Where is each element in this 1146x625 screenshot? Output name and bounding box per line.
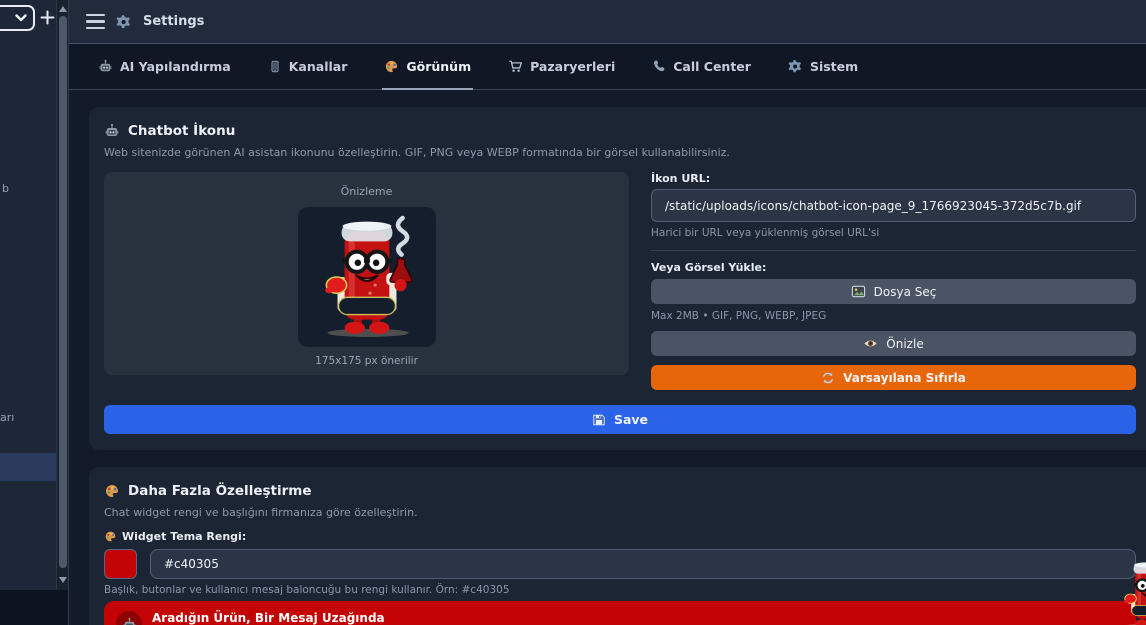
tab-kanallar[interactable]: Kanallar [266,44,350,90]
section-description: Chat widget rengi ve başlığını firmanıza… [104,506,1136,519]
sidebar-item-selected[interactable] [0,453,56,481]
choose-file-button[interactable]: Dosya Seç [651,279,1136,304]
reset-icon [821,371,835,385]
tab-switcher-select[interactable] [0,5,35,31]
reset-default-button[interactable]: Varsayılana Sıfırla [651,365,1136,390]
divider [651,250,1136,251]
settings-page: Settings AI Yapılandırma Kanallar Görünü… [68,0,1146,625]
button-label: Dosya Seç [874,285,937,299]
tab-pazaryerleri[interactable]: Pazaryerleri [506,44,617,90]
icon-preview-tile [298,207,436,347]
tab-ai-yapilandirma[interactable]: AI Yapılandırma [96,44,233,90]
section-title: Chatbot İkonu [128,123,235,139]
icon-url-input[interactable] [651,189,1136,222]
upload-label: Veya Görsel Yükle: [651,261,1136,274]
widget-title: Aradığın Ürün, Bir Mesaj Uzağında [152,611,385,625]
icon-preview-panel: Önizleme 175x175 px önerilir [104,172,629,375]
gear-icon [788,59,803,74]
theme-color-label-row: Widget Tema Rengi: [104,530,1136,543]
phone-icon [268,59,282,74]
theme-color-input[interactable] [150,549,1136,579]
gear-icon [116,14,132,30]
call-icon [652,59,666,73]
scroll-down-icon[interactable] [59,577,67,583]
button-label: Önizle [886,337,923,351]
section-description: Web sitenizde görünen AI asistan ikonunu… [104,146,1136,159]
eye-icon [863,336,878,351]
theme-color-swatch[interactable] [104,549,137,579]
robot-icon [98,59,113,74]
chatbot-icon-card: Chatbot İkonu Web sitenizde görünen AI a… [89,107,1146,450]
save-button[interactable]: Save [104,405,1136,434]
chat-widget-launcher[interactable] [1116,558,1146,625]
sidebar-scrollbar[interactable] [56,0,68,590]
tab-label: Pazaryerleri [530,59,615,74]
customize-card: Daha Fazla Özelleştirme Chat widget reng… [89,467,1146,625]
palette-icon [104,483,120,499]
icon-url-label: İkon URL: [651,172,1136,185]
tab-sistem[interactable]: Sistem [786,44,860,90]
chatbot-mascot-image [311,214,423,340]
plus-icon [40,10,55,25]
robot-icon [122,617,137,625]
palette-icon [384,59,399,74]
scroll-up-icon[interactable] [59,6,67,12]
chevron-down-icon [15,14,27,22]
theme-color-label: Widget Tema Rengi: [122,530,246,543]
icon-url-help: Harici bir URL veya yüklenmiş görsel URL… [651,227,1136,239]
preview-size-hint: 175x175 px önerilir [104,355,629,367]
preview-label: Önizleme [104,185,629,198]
button-label: Save [614,412,648,427]
section-title-row: Daha Fazla Özelleştirme [104,483,1136,499]
sidebar-sliver: b arı [0,0,56,625]
new-tab-button[interactable] [38,4,56,30]
sidebar-item-partial[interactable]: arı [0,411,14,424]
sidebar-item-partial[interactable]: b [2,182,9,195]
tab-gorunum[interactable]: Görünüm [382,44,473,90]
sidebar-footer [0,590,68,625]
tab-label: Kanallar [289,59,348,74]
section-title: Daha Fazla Özelleştirme [128,483,311,499]
upload-help: Max 2MB • GIF, PNG, WEBP, JPEG [651,310,1136,322]
tab-label: Görünüm [406,59,471,74]
cart-icon [508,59,523,74]
widget-preview-bar: Aradığın Ürün, Bir Mesaj Uzağında Çevrim… [104,601,1136,625]
widget-avatar [116,611,142,625]
image-icon [851,284,866,299]
tab-label: Sistem [810,59,858,74]
section-title-row: Chatbot İkonu [104,123,1136,139]
palette-icon [104,530,117,543]
button-label: Varsayılana Sıfırla [843,371,966,385]
page-title: Settings [143,14,204,29]
theme-color-help: Başlık, butonlar ve kullanıcı mesaj balo… [104,584,1136,596]
tab-label: Call Center [673,59,751,74]
hamburger-menu-button[interactable] [86,14,105,30]
chatbot-mascot-launcher-image [1116,558,1146,625]
robot-icon [104,123,120,139]
tab-content: Chatbot İkonu Web sitenizde görünen AI a… [69,90,1146,625]
floppy-icon [592,413,606,427]
tab-label: AI Yapılandırma [120,59,231,74]
settings-tabs: AI Yapılandırma Kanallar Görünüm Pazarye… [69,44,1146,90]
page-header: Settings [69,0,1146,44]
preview-button[interactable]: Önizle [651,331,1136,356]
scrollbar-thumb[interactable] [59,16,67,568]
tab-call-center[interactable]: Call Center [650,44,753,90]
